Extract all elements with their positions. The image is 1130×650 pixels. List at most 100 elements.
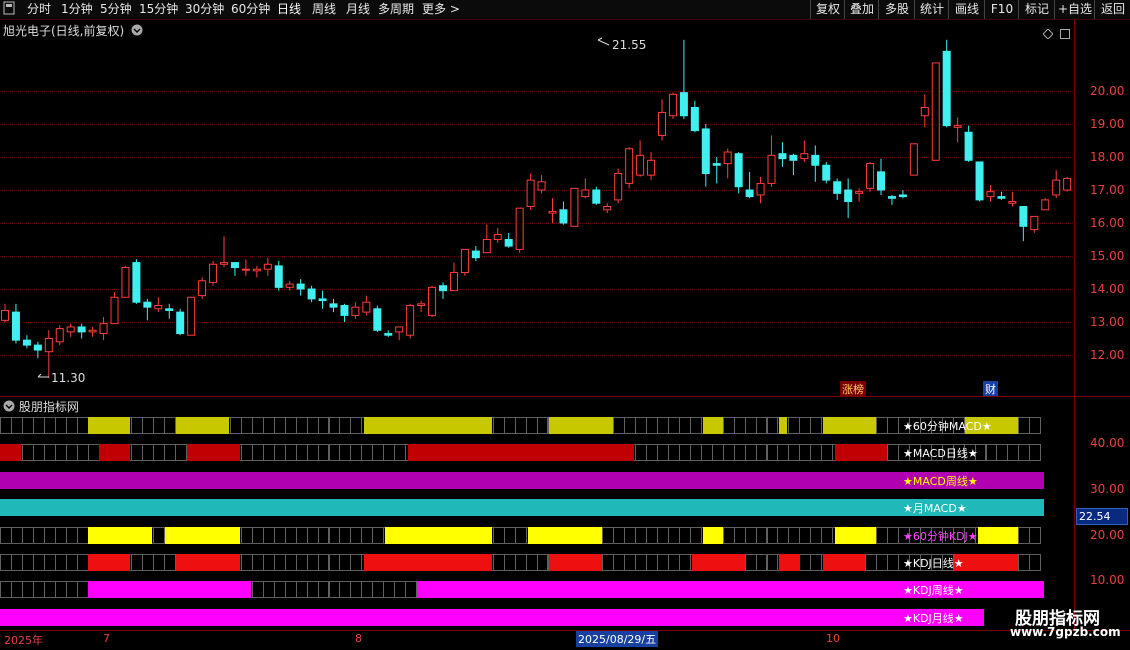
indicator-signal-block <box>703 527 723 544</box>
candle-body <box>110 296 119 325</box>
candle-body <box>329 303 338 308</box>
candle-body <box>482 239 491 254</box>
candle-body <box>658 111 666 137</box>
indicator-signal-block <box>88 527 152 544</box>
candle-body <box>187 296 196 336</box>
date-axis-line <box>0 630 1130 631</box>
candle-body <box>997 196 1006 199</box>
candle-body <box>833 181 842 194</box>
candle-body <box>636 154 645 176</box>
candle-body <box>33 344 42 351</box>
indicator-signal-block <box>0 499 1044 516</box>
zhangbang-marker[interactable]: 涨榜 <box>840 381 866 397</box>
candle-body <box>77 326 86 333</box>
indicator-axis-label: 30.00 <box>1090 482 1125 496</box>
candle-body <box>581 189 590 198</box>
indicator-signal-block <box>0 444 21 461</box>
candle-body <box>909 143 918 176</box>
candle-body <box>406 305 415 336</box>
candle-body <box>285 283 294 288</box>
candle-body <box>241 268 250 271</box>
indicator-signal-block <box>187 444 240 461</box>
indicator-row: ★KDJ日线★ <box>0 554 1044 571</box>
candle-body <box>1 309 9 321</box>
candle-body <box>690 107 699 132</box>
indicator-signal-block <box>823 417 876 434</box>
indicator-signal-block <box>408 444 634 461</box>
financial-marker[interactable]: 财 <box>983 381 998 397</box>
candle-body <box>296 283 305 290</box>
candle-body <box>592 189 601 204</box>
indicator-signal-block <box>703 417 723 434</box>
candle-body <box>778 153 787 160</box>
indicator-row: ★60分钟MACD★ <box>0 417 1044 434</box>
low-price-annotation: 11.30 <box>51 371 86 385</box>
indicator-panel-name: 股朋指标网 <box>18 400 79 414</box>
candle-body <box>712 163 721 166</box>
candle-body <box>800 153 809 160</box>
candle-body <box>22 339 31 346</box>
indicator-row-label: ★月MACD★ <box>903 502 967 515</box>
candle-body <box>165 308 174 311</box>
candle-body <box>471 250 480 259</box>
candle-body <box>603 206 612 211</box>
candle-body <box>428 286 437 316</box>
back-button[interactable]: 返回 <box>1094 0 1130 19</box>
candle-body <box>55 328 64 343</box>
candle-body <box>395 326 404 333</box>
indicator-signal-block <box>176 554 240 571</box>
indicator-signal-block <box>549 554 602 571</box>
candle-body <box>931 62 940 161</box>
indicator-cell <box>1029 527 1042 544</box>
indicator-row-label: ★60分钟KDJ★ <box>903 530 978 543</box>
indicator-signal-block <box>692 554 745 571</box>
candle-body <box>526 179 535 208</box>
candle-body <box>66 326 75 333</box>
indicator-panel-title: 股朋指标网 <box>3 398 79 415</box>
indicator-row: ★MACD周线★ <box>0 472 1044 489</box>
indicator-row: ★KDJ周线★ <box>0 581 1044 598</box>
indicator-axis-label: 20.00 <box>1090 528 1125 542</box>
indicator-row: ★60分钟KDJ★ <box>0 527 1044 544</box>
indicator-row-label: ★MACD日线★ <box>903 447 978 460</box>
candle-body <box>614 173 623 201</box>
indicator-signal-block <box>978 527 1018 544</box>
indicator-signal-block <box>385 527 492 544</box>
candle-body <box>898 194 907 198</box>
candle-body <box>745 189 754 198</box>
date-label-month: 8 <box>355 632 362 645</box>
candle-body <box>209 263 218 283</box>
candle-body <box>307 288 316 300</box>
price-axis-label: 16.00 <box>1090 216 1125 230</box>
candle-body <box>1063 177 1072 191</box>
candle-body <box>877 171 885 191</box>
date-label-month: 10 <box>826 632 840 645</box>
price-axis-label: 12.00 <box>1090 348 1125 362</box>
candle-body <box>132 262 141 303</box>
candle-body <box>220 262 228 265</box>
candle-body <box>548 210 557 214</box>
indicator-axis-label: 10.00 <box>1090 573 1125 587</box>
indicator-signal-block <box>99 444 130 461</box>
indicator-signal-block <box>528 527 602 544</box>
candle-body <box>252 268 261 272</box>
candle-body <box>493 234 502 241</box>
candle-body <box>647 159 656 176</box>
candle-body <box>855 191 864 194</box>
chevron-down-circle-icon[interactable] <box>3 400 15 415</box>
price-axis-label: 18.00 <box>1090 150 1125 164</box>
candle-body <box>866 163 875 189</box>
candle-body <box>143 301 152 308</box>
candle-body <box>975 161 984 201</box>
indicator-signal-block <box>0 472 1044 489</box>
candle-body <box>701 128 710 174</box>
candle-body <box>570 187 579 227</box>
current-value-tag: 22.54 <box>1076 508 1128 525</box>
candle-body <box>449 272 458 292</box>
candle-body <box>723 151 732 165</box>
candle-body <box>1052 179 1061 196</box>
indicator-row-label: ★KDJ日线★ <box>903 557 964 570</box>
indicator-signal-block <box>779 554 800 571</box>
indicator-row: ★月MACD★ <box>0 499 1044 516</box>
indicator-signal-block <box>364 554 492 571</box>
